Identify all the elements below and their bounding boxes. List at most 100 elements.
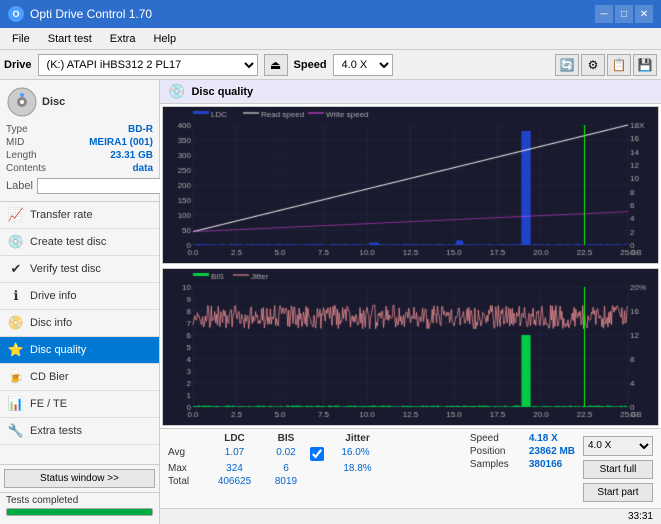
chart1-section [162, 106, 659, 264]
stats-jitter-avg: 16.0% [328, 447, 383, 461]
charts-wrapper [160, 104, 661, 428]
copy-button[interactable]: 📋 [607, 54, 631, 76]
sidebar-item-cd-bier-label: CD Bier [30, 371, 69, 383]
menu-start-test[interactable]: Start test [40, 31, 100, 47]
stats-avg-row: Avg 1.07 0.02 16.0% [168, 447, 462, 461]
disc-header: Disc [6, 86, 153, 118]
sidebar-item-create-test-disc-label: Create test disc [30, 236, 106, 248]
disc-contents-label: Contents [6, 163, 46, 174]
quality-header-icon: 💿 [168, 83, 185, 100]
bis-jitter-chart [163, 269, 658, 425]
verify-test-disc-icon: ✔ [8, 261, 24, 277]
stats-jitter-max: 18.8% [330, 463, 385, 474]
sidebar-item-cd-bier[interactable]: 🍺 CD Bier [0, 364, 159, 391]
stats-max-row: Max 324 6 18.8% [168, 463, 462, 474]
disc-label-input[interactable] [37, 178, 175, 194]
create-test-disc-icon: 💿 [8, 234, 24, 250]
time-value: 33:31 [628, 511, 653, 522]
sidebar-item-disc-quality-label: Disc quality [30, 344, 86, 356]
main-area: Disc Type BD-R MID MEIRA1 (001) Length 2… [0, 80, 661, 524]
start-part-button[interactable]: Start part [583, 483, 653, 502]
speed-stat-value: 4.18 X [529, 433, 558, 444]
disc-section-label: Disc [42, 96, 65, 108]
disc-length-label: Length [6, 150, 37, 161]
samples-stat-label: Samples [470, 459, 525, 470]
disc-svg-icon [6, 86, 38, 118]
stats-col-jitter: Jitter [330, 433, 385, 444]
speed-label: Speed [294, 59, 327, 71]
status-bar: Tests completed [0, 492, 159, 524]
toolbar-buttons: 🔄 ⚙ 📋 💾 [555, 54, 657, 76]
stats-header-row: LDC BIS Jitter [168, 433, 462, 444]
sidebar-item-transfer-rate[interactable]: 📈 Transfer rate [0, 202, 159, 229]
save-button[interactable]: 💾 [633, 54, 657, 76]
sidebar-item-drive-info[interactable]: ℹ Drive info [0, 283, 159, 310]
sidebar-item-create-test-disc[interactable]: 💿 Create test disc [0, 229, 159, 256]
stats-ldc-max: 324 [207, 463, 262, 474]
jitter-checkbox[interactable] [310, 447, 324, 461]
cd-bier-icon: 🍺 [8, 369, 24, 385]
disc-mid-row: MID MEIRA1 (001) [6, 137, 153, 148]
ldc-chart [163, 107, 658, 263]
title-bar-controls: ─ □ ✕ [595, 5, 653, 23]
disc-type-label: Type [6, 124, 28, 135]
status-text: Tests completed [6, 495, 153, 506]
disc-quality-title: Disc quality [191, 86, 253, 98]
stats-col-empty [168, 433, 203, 444]
stats-total-row: Total 406625 8019 [168, 476, 462, 487]
settings-button[interactable]: ⚙ [581, 54, 605, 76]
chart2-section [162, 268, 659, 426]
sidebar-item-fe-te[interactable]: 📊 FE / TE [0, 391, 159, 418]
sidebar-item-disc-info[interactable]: 📀 Disc info [0, 310, 159, 337]
sidebar-item-disc-quality[interactable]: ⭐ Disc quality [0, 337, 159, 364]
disc-length-row: Length 23.31 GB [6, 150, 153, 161]
window-title: Opti Drive Control 1.70 [30, 7, 152, 21]
speed-select[interactable]: 4.0 X [333, 54, 393, 76]
menu-file[interactable]: File [4, 31, 38, 47]
nav-items: 📈 Transfer rate 💿 Create test disc ✔ Ver… [0, 202, 159, 464]
sidebar-item-fe-te-label: FE / TE [30, 398, 67, 410]
maximize-button[interactable]: □ [615, 5, 633, 23]
drive-label: Drive [4, 59, 32, 71]
menu-help[interactable]: Help [145, 31, 184, 47]
start-full-button[interactable]: Start full [583, 460, 653, 479]
stats-total-label: Total [168, 476, 203, 487]
status-window-button[interactable]: Status window >> [4, 469, 155, 488]
speed-stat-label: Speed [470, 433, 525, 444]
eject-button[interactable]: ⏏ [264, 54, 288, 76]
speed-stat-row: Speed 4.18 X [470, 433, 575, 444]
speed-action-select[interactable]: 4.0 X [583, 436, 653, 456]
disc-type-value: BD-R [128, 124, 153, 135]
drive-bar: Drive (K:) ATAPI iHBS312 2 PL17 ⏏ Speed … [0, 50, 661, 80]
refresh-button[interactable]: 🔄 [555, 54, 579, 76]
stats-table: LDC BIS Jitter Avg 1.07 0.02 16.0% Max 3… [168, 433, 462, 504]
minimize-button[interactable]: ─ [595, 5, 613, 23]
disc-mid-value: MEIRA1 (001) [89, 137, 153, 148]
position-stat-row: Position 23862 MB [470, 446, 575, 457]
stats-col-check [310, 433, 326, 444]
stats-bar: LDC BIS Jitter Avg 1.07 0.02 16.0% Max 3… [160, 428, 661, 508]
disc-info-icon: 📀 [8, 315, 24, 331]
sidebar-item-verify-test-disc-label: Verify test disc [30, 263, 101, 275]
sidebar-item-verify-test-disc[interactable]: ✔ Verify test disc [0, 256, 159, 283]
progress-bar-outer [6, 508, 153, 516]
stats-bis-avg: 0.02 [266, 447, 306, 461]
menu-bar: File Start test Extra Help [0, 28, 661, 50]
menu-extra[interactable]: Extra [102, 31, 144, 47]
disc-contents-row: Contents data [6, 163, 153, 174]
extra-tests-icon: 🔧 [8, 423, 24, 439]
stats-max-label: Max [168, 463, 203, 474]
disc-type-row: Type BD-R [6, 124, 153, 135]
sidebar-item-extra-tests-label: Extra tests [30, 425, 82, 437]
sidebar-item-disc-info-label: Disc info [30, 317, 72, 329]
disc-mid-label: MID [6, 137, 24, 148]
sidebar-item-transfer-rate-label: Transfer rate [30, 209, 93, 221]
sidebar-item-extra-tests[interactable]: 🔧 Extra tests [0, 418, 159, 445]
drive-select[interactable]: (K:) ATAPI iHBS312 2 PL17 [38, 54, 258, 76]
disc-contents-value: data [132, 163, 153, 174]
samples-stat-row: Samples 380166 [470, 459, 575, 470]
stats-avg-label: Avg [168, 447, 203, 461]
close-button[interactable]: ✕ [635, 5, 653, 23]
disc-label-label: Label [6, 180, 33, 192]
disc-length-value: 23.31 GB [110, 150, 153, 161]
